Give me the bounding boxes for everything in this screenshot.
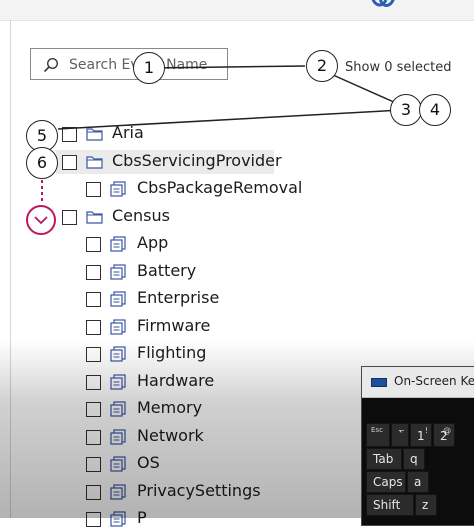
- key-caps[interactable]: Caps: [366, 471, 406, 493]
- tree-item-label: OS: [137, 453, 160, 472]
- provider-icon: [110, 291, 126, 307]
- osk-titlebar[interactable]: On-Screen Key: [362, 367, 474, 398]
- selection-summary[interactable]: Show 0 selected: [345, 60, 452, 75]
- key-tab[interactable]: Tab: [366, 448, 402, 470]
- tree-checkbox[interactable]: [86, 402, 101, 417]
- key-2[interactable]: @ 2: [433, 423, 455, 447]
- tree-item-label: Battery: [137, 261, 197, 280]
- search-icon: [43, 57, 59, 73]
- key-label: Caps: [373, 475, 403, 489]
- tree-checkbox[interactable]: [86, 292, 101, 307]
- callout-3: 3: [390, 94, 422, 126]
- tree-checkbox[interactable]: [86, 347, 101, 362]
- provider-icon: [110, 456, 126, 472]
- provider-icon: [110, 484, 126, 500]
- on-screen-keyboard[interactable]: On-Screen Key Esc ~ ` ! 1 @ 2 Tab q Caps…: [361, 366, 474, 526]
- provider-icon: [110, 236, 126, 252]
- folder-icon: [86, 156, 103, 169]
- pane-border: [10, 20, 11, 518]
- tree-item-label: Aria: [112, 123, 144, 142]
- tree-checkbox[interactable]: [86, 512, 101, 527]
- key-label: `: [398, 429, 404, 443]
- callout-2: 2: [306, 50, 338, 82]
- key-shift[interactable]: Shift: [366, 494, 414, 516]
- key-label: a: [414, 475, 422, 489]
- provider-icon: [110, 181, 126, 197]
- folder-icon: [86, 128, 103, 141]
- key-tilde[interactable]: ~ `: [391, 423, 409, 447]
- key-z[interactable]: z: [415, 494, 437, 516]
- tree-checkbox[interactable]: [86, 375, 101, 390]
- tree-item-label: Census: [112, 206, 170, 225]
- key-a[interactable]: a: [407, 471, 429, 493]
- callout-1: 1: [133, 52, 165, 84]
- link-icon[interactable]: [366, 0, 396, 14]
- tree-item-label: CbsPackageRemoval: [137, 178, 303, 197]
- key-label: Shift: [373, 498, 401, 512]
- tree-checkbox[interactable]: [62, 155, 77, 170]
- tree-checkbox[interactable]: [86, 237, 101, 252]
- key-1[interactable]: ! 1: [410, 423, 432, 447]
- tree-item-label: Hardware: [137, 371, 215, 390]
- provider-icon: [110, 429, 126, 445]
- tree-checkbox[interactable]: [86, 320, 101, 335]
- tree-checkbox[interactable]: [62, 127, 77, 142]
- tree-checkbox[interactable]: [86, 265, 101, 280]
- provider-icon: [110, 264, 126, 280]
- folder-icon: [86, 211, 103, 224]
- tree-item-label: CbsServicingProvider: [112, 151, 282, 170]
- key-label: 1: [417, 429, 425, 443]
- tree-item-label: Flighting: [137, 343, 207, 362]
- key-label: z: [422, 498, 429, 512]
- search-box[interactable]: [30, 48, 228, 80]
- key-label: 2: [440, 429, 448, 443]
- tree-checkbox[interactable]: [86, 457, 101, 472]
- tree-item-label: PrivacySettings: [137, 481, 261, 500]
- tree-item-label: Firmware: [137, 316, 211, 335]
- key-label: Esc: [371, 426, 383, 434]
- key-label: Tab: [373, 452, 394, 466]
- key-q[interactable]: q: [403, 448, 425, 470]
- callout-6: 6: [26, 147, 58, 179]
- top-bar: [0, 0, 474, 21]
- tree-item-label: Enterprise: [137, 288, 220, 307]
- tree-checkbox[interactable]: [86, 182, 101, 197]
- provider-icon: [110, 401, 126, 417]
- callout-4: 4: [419, 94, 451, 126]
- key-esc[interactable]: Esc: [366, 423, 390, 447]
- provider-icon: [110, 319, 126, 335]
- tree-item-label: Memory: [137, 398, 203, 417]
- osk-title: On-Screen Key: [394, 374, 474, 388]
- key-label: !: [424, 426, 428, 435]
- provider-icon: [110, 374, 126, 390]
- chevron-down-icon[interactable]: [26, 205, 56, 235]
- tree-checkbox[interactable]: [62, 210, 77, 225]
- tree-checkbox[interactable]: [86, 485, 101, 500]
- key-label: q: [410, 452, 418, 466]
- tree-checkbox[interactable]: [86, 430, 101, 445]
- keyboard-icon: [371, 378, 387, 387]
- tree-item-label: Network: [137, 426, 204, 445]
- tree-item-label: App: [137, 233, 169, 252]
- provider-icon: [110, 511, 126, 527]
- provider-icon: [110, 346, 126, 362]
